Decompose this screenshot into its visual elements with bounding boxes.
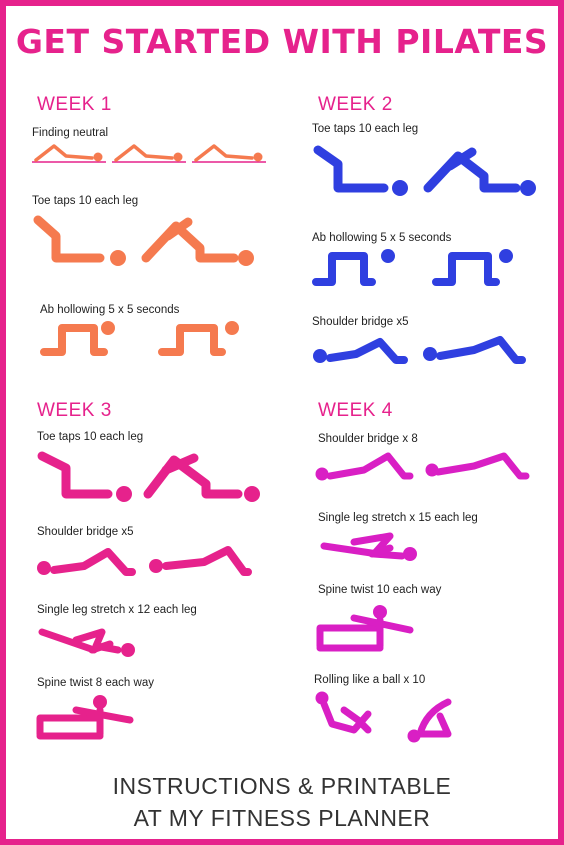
- week-3-exercise-4-label: Spine twist 8 each way: [37, 677, 154, 689]
- toe-taps-icon: [33, 215, 254, 266]
- rolling-like-a-ball-icon: [315, 691, 452, 743]
- week-4-exercise-4-label: Rolling like a ball x 10: [314, 674, 426, 686]
- week-4-heading: WEEK 4: [318, 400, 393, 421]
- week-3-exercise-2-label: Shoulder bridge x5: [37, 526, 134, 538]
- week-3-heading: WEEK 3: [37, 400, 112, 421]
- shoulder-bridge-icon: [315, 452, 530, 481]
- week-3-exercise-3-label: Single leg stretch x 12 each leg: [37, 604, 197, 616]
- week-2-exercise-3-label: Shoulder bridge x5: [312, 316, 409, 328]
- shoulder-bridge-icon: [37, 546, 252, 576]
- spine-twist-icon: [316, 605, 414, 652]
- all-fours-icon: [40, 321, 239, 356]
- footer-line-2: AT MY FITNESS PLANNER: [133, 805, 431, 831]
- all-fours-icon: [312, 249, 513, 286]
- page-title: GET STARTED WITH PILATES: [15, 22, 549, 61]
- week-3-exercise-1-label: Toe taps 10 each leg: [37, 431, 144, 443]
- toe-taps-icon: [313, 145, 536, 196]
- week-4-exercise-2-label: Single leg stretch x 15 each leg: [318, 512, 478, 524]
- lying-knees-bent-icon: [32, 144, 266, 163]
- spine-twist-icon: [36, 695, 134, 740]
- week-2-heading: WEEK 2: [318, 94, 393, 115]
- week-1-exercise-3-label: Ab hollowing 5 x 5 seconds: [40, 304, 180, 316]
- week-1-exercise-2-label: Toe taps 10 each leg: [32, 195, 139, 207]
- footer-line-1: INSTRUCTIONS & PRINTABLE: [112, 773, 452, 799]
- week-2-exercise-2-label: Ab hollowing 5 x 5 seconds: [312, 232, 452, 244]
- shoulder-bridge-icon: [313, 336, 526, 364]
- single-leg-stretch-icon: [38, 628, 135, 657]
- week-2-exercise-1-label: Toe taps 10 each leg: [312, 123, 419, 135]
- toe-taps-icon: [37, 451, 260, 502]
- week-1-heading: WEEK 1: [37, 94, 112, 115]
- single-leg-stretch-icon: [320, 532, 417, 561]
- week-4-exercise-3-label: Spine twist 10 each way: [318, 584, 442, 596]
- week-4-exercise-1-label: Shoulder bridge x 8: [318, 433, 418, 445]
